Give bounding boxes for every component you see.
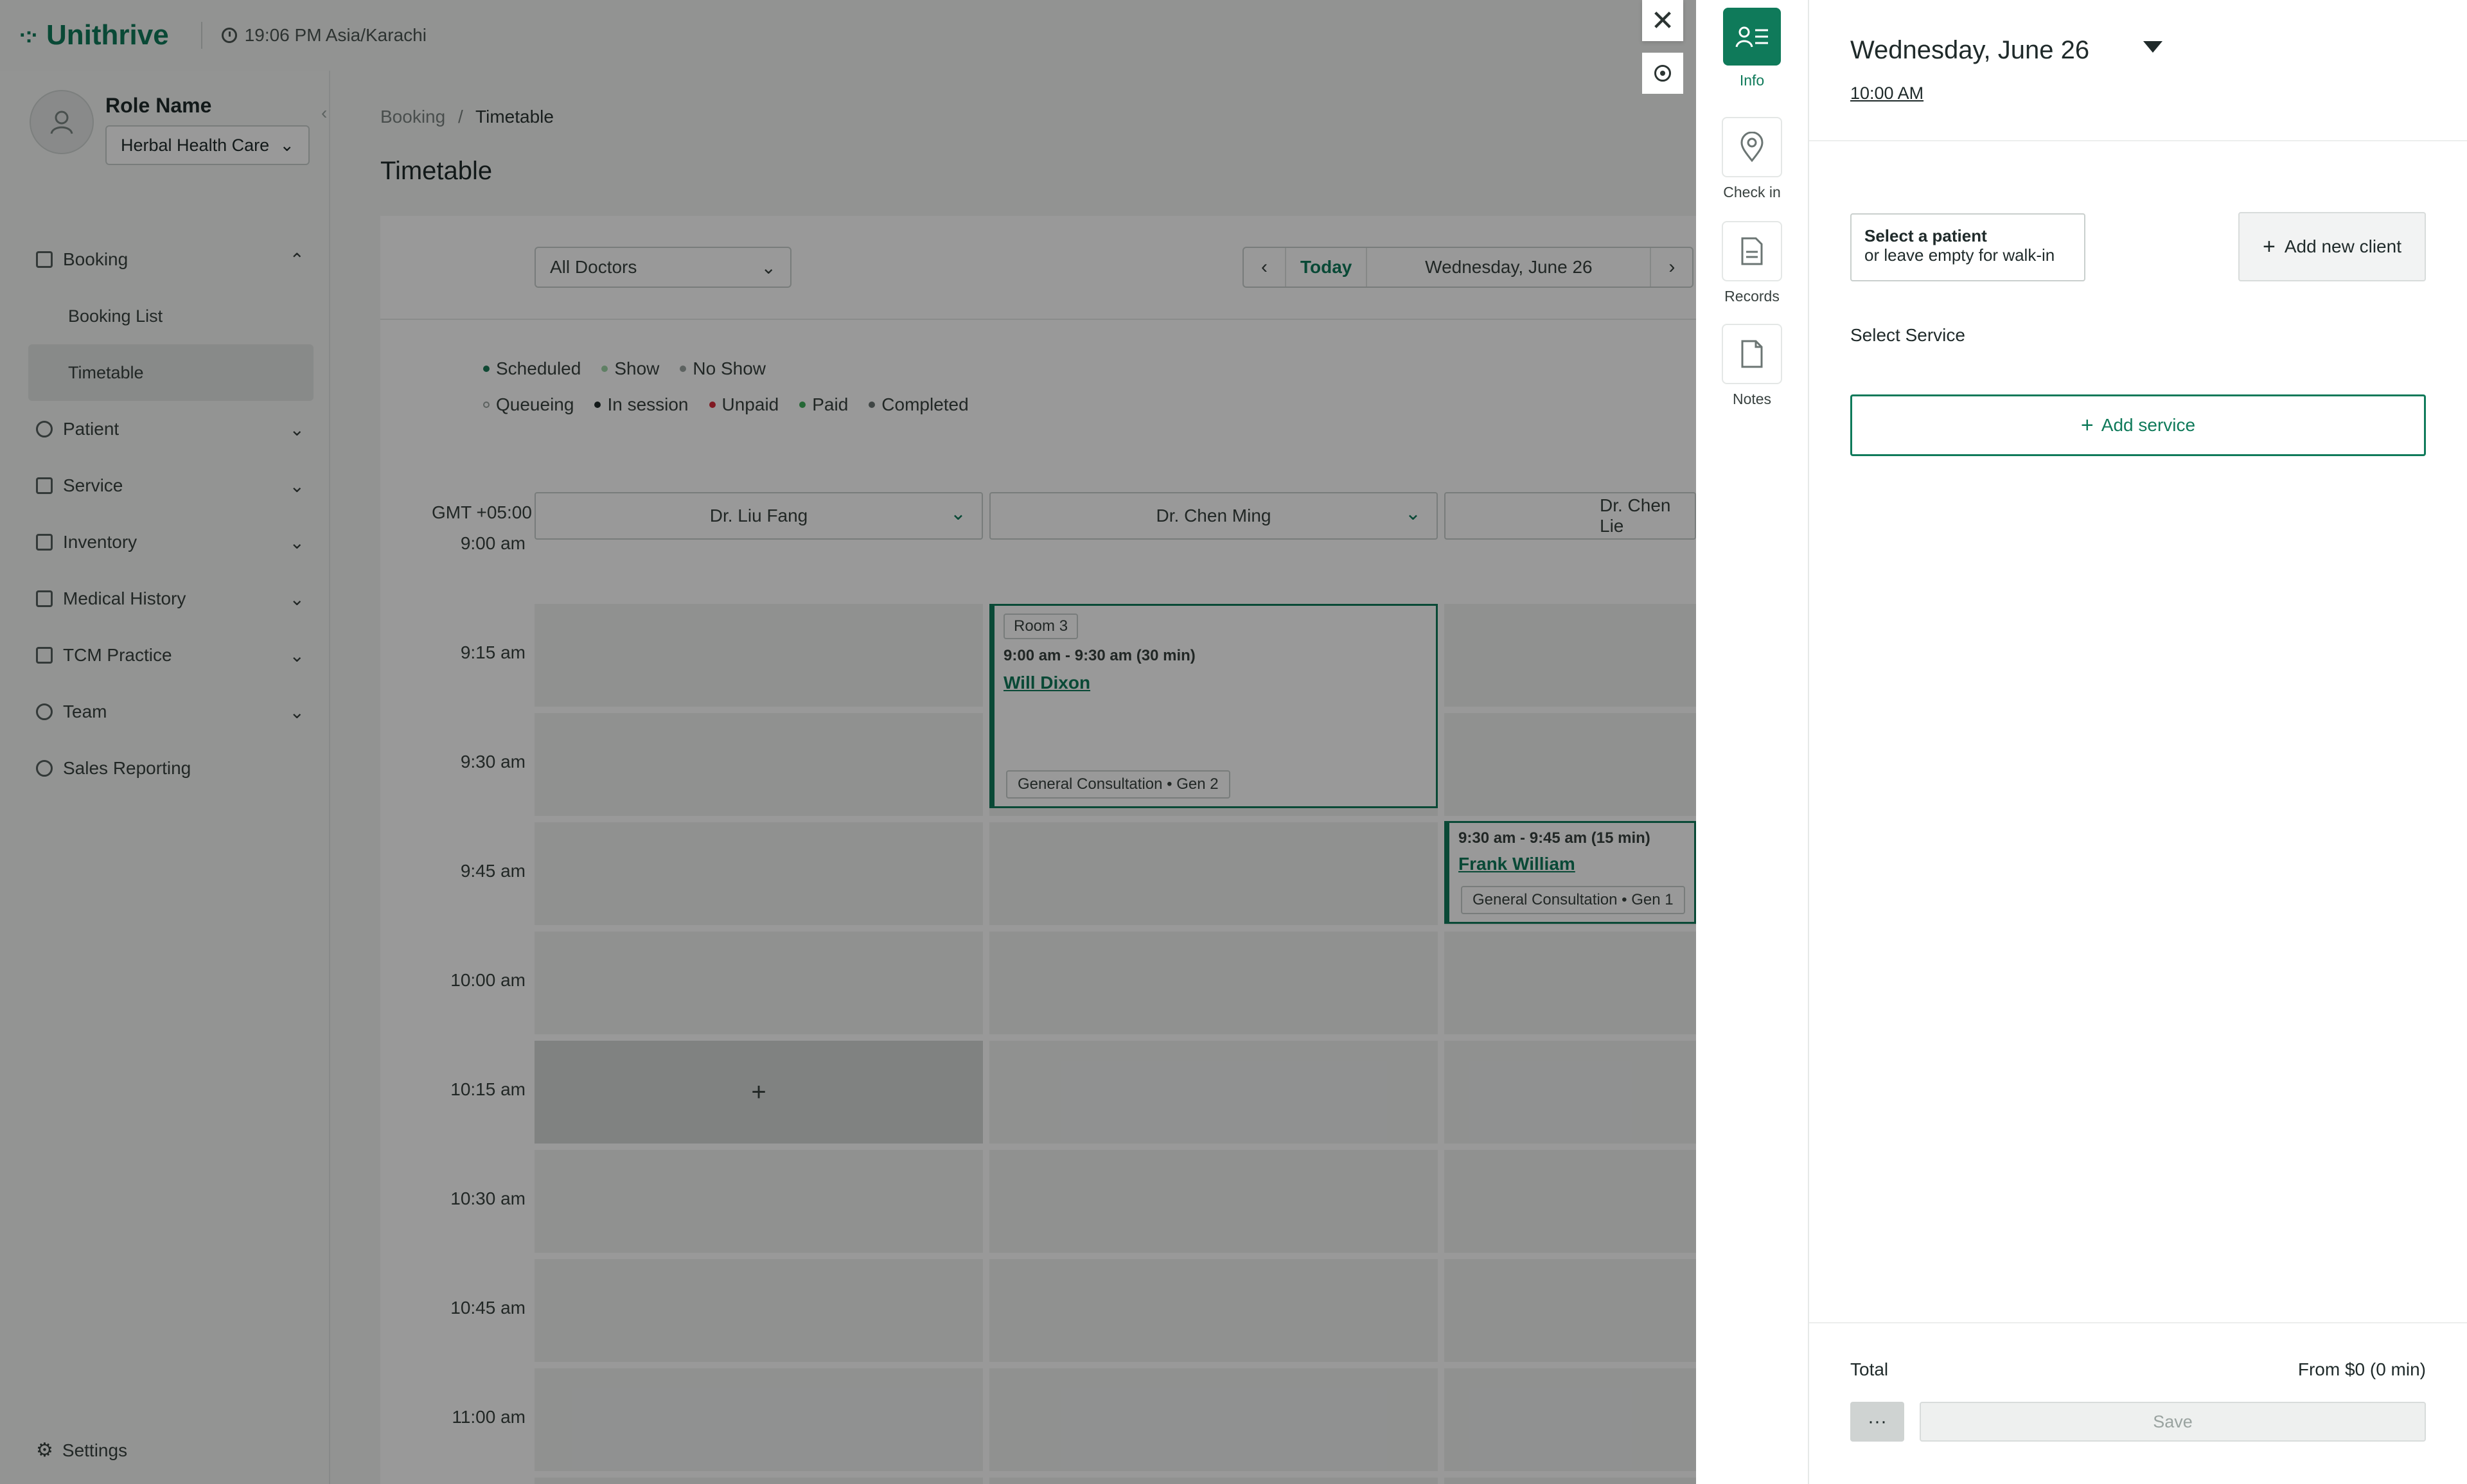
- save-button[interactable]: Save: [1920, 1402, 2426, 1442]
- appointment-time-link[interactable]: 10:00 AM: [1850, 84, 1923, 103]
- tab-info[interactable]: Info: [1696, 8, 1808, 89]
- add-service-button[interactable]: + Add service: [1850, 394, 2426, 456]
- total-label: Total: [1850, 1359, 1889, 1379]
- patient-select-title: Select a patient: [1864, 226, 1987, 245]
- tab-label: Notes: [1732, 391, 1772, 407]
- tab-check-in[interactable]: Check in: [1696, 117, 1808, 201]
- locate-button[interactable]: [1642, 53, 1683, 94]
- plus-icon: +: [2263, 234, 2276, 259]
- patient-select[interactable]: Select a patient or leave empty for walk…: [1850, 213, 2085, 281]
- appointment-drawer: Wednesday, June 26 10:00 AM Select a pat…: [1809, 0, 2467, 1484]
- tab-records[interactable]: Records: [1696, 221, 1808, 305]
- appointment-date[interactable]: Wednesday, June 26: [1850, 36, 2089, 65]
- add-new-client-button[interactable]: + Add new client: [2238, 212, 2426, 281]
- tab-label: Records: [1724, 288, 1780, 305]
- document-icon: [1722, 221, 1782, 281]
- location-pin-icon: [1722, 117, 1782, 177]
- notes-icon: [1722, 324, 1782, 384]
- info-icon: [1723, 8, 1781, 66]
- crosshair-icon: [1654, 65, 1671, 82]
- patient-select-hint: or leave empty for walk-in: [1864, 245, 2055, 265]
- add-client-label: Add new client: [2284, 236, 2401, 256]
- plus-icon: +: [2080, 412, 2094, 437]
- add-service-label: Add service: [2101, 415, 2196, 435]
- close-icon: ✕: [1650, 4, 1675, 37]
- divider: [1809, 140, 2467, 141]
- drawer-tab-rail: Info Check in Records Notes: [1696, 0, 1809, 1484]
- caret-down-icon[interactable]: [2143, 41, 2162, 53]
- close-drawer-button[interactable]: ✕: [1642, 0, 1683, 41]
- select-service-label: Select Service: [1850, 325, 1965, 345]
- total-value: From $0 (0 min): [2297, 1359, 2426, 1379]
- divider: [1809, 1322, 2467, 1323]
- tab-label: Check in: [1723, 184, 1781, 200]
- tab-label: Info: [1739, 72, 1765, 89]
- more-options-button[interactable]: ···: [1850, 1402, 1904, 1442]
- tab-notes[interactable]: Notes: [1696, 324, 1808, 408]
